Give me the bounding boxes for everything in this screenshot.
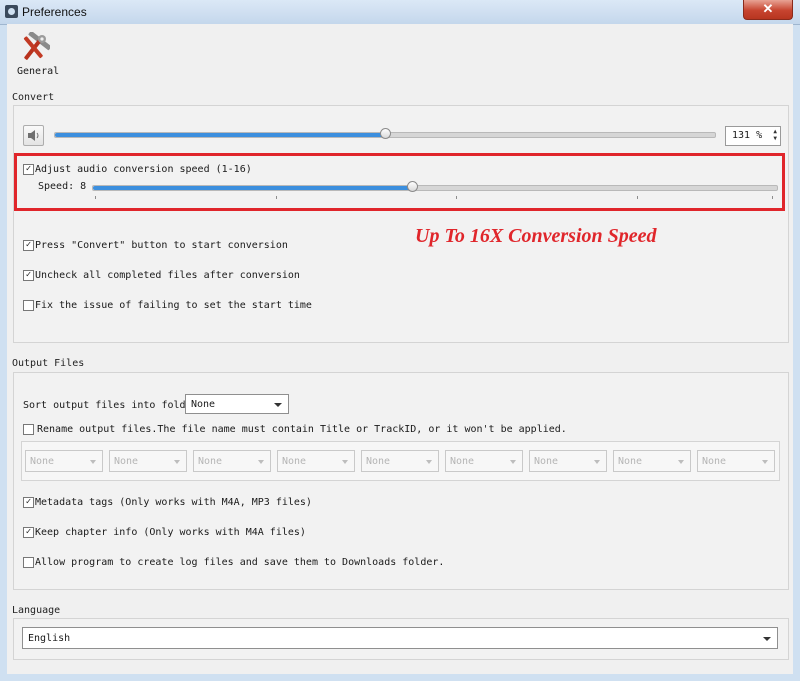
volume-slider-thumb[interactable] <box>380 128 391 139</box>
fix-start-time-checkbox[interactable] <box>23 300 34 311</box>
speed-tick <box>456 196 457 199</box>
speed-highlight-box <box>14 153 785 211</box>
rename-field-value: None <box>534 456 559 467</box>
rename-field-6[interactable]: None <box>445 450 523 472</box>
speaker-icon <box>28 130 39 141</box>
window-title: Preferences <box>22 5 87 19</box>
speed-slider-track[interactable] <box>92 185 778 191</box>
rename-field-1[interactable]: None <box>25 450 103 472</box>
chevron-down-icon <box>274 403 282 407</box>
volume-slider-fill <box>55 133 385 137</box>
rename-field-value: None <box>198 456 223 467</box>
rename-field-5[interactable]: None <box>361 450 439 472</box>
rename-field-2[interactable]: None <box>109 450 187 472</box>
rename-field-9[interactable]: None <box>697 450 775 472</box>
chevron-down-icon <box>763 637 771 641</box>
language-dropdown[interactable]: English <box>22 627 778 649</box>
speed-tick <box>95 196 96 199</box>
volume-spinbox[interactable]: 131 % ▲ ▼ <box>725 126 781 146</box>
rename-field-value: None <box>450 456 475 467</box>
chevron-down-icon <box>174 460 180 464</box>
uncheck-completed-checkbox[interactable]: ✓ <box>23 270 34 281</box>
rename-field-value: None <box>618 456 643 467</box>
language-value: English <box>28 633 71 644</box>
close-button[interactable]: ✕ <box>743 0 793 20</box>
metadata-tags-checkbox[interactable]: ✓ <box>23 497 34 508</box>
volume-button[interactable] <box>23 125 44 146</box>
rename-field-7[interactable]: None <box>529 450 607 472</box>
convert-section-title: Convert <box>12 92 55 103</box>
rename-field-value: None <box>282 456 307 467</box>
chevron-down-icon <box>90 460 96 464</box>
speed-slider-thumb[interactable] <box>407 181 418 192</box>
rename-field-4[interactable]: None <box>277 450 355 472</box>
adjust-speed-label: Adjust audio conversion speed (1-16) <box>35 164 252 175</box>
tab-general-label: General <box>17 66 60 77</box>
sort-folders-dropdown[interactable]: None <box>185 394 289 414</box>
press-convert-label: Press "Convert" button to start conversi… <box>35 240 288 251</box>
app-icon <box>5 5 18 18</box>
sort-folders-value: None <box>191 399 216 410</box>
rename-field-value: None <box>114 456 139 467</box>
rename-field-value: None <box>30 456 55 467</box>
chevron-down-icon <box>426 460 432 464</box>
rename-field-3[interactable]: None <box>193 450 271 472</box>
spin-down-icon[interactable]: ▼ <box>773 136 777 142</box>
chevron-down-icon <box>342 460 348 464</box>
speed-tick <box>637 196 638 199</box>
fix-start-time-label: Fix the issue of failing to set the star… <box>35 300 312 311</box>
log-files-label: Allow program to create log files and sa… <box>35 557 445 568</box>
output-section-title: Output Files <box>12 358 85 369</box>
speed-label: Speed: 8 <box>38 181 87 192</box>
chapter-info-checkbox[interactable]: ✓ <box>23 527 34 538</box>
adjust-speed-checkbox[interactable]: ✓ <box>23 164 34 175</box>
promo-text: Up To 16X Conversion Speed <box>415 225 657 247</box>
metadata-tags-label: Metadata tags (Only works with M4A, MP3 … <box>35 497 312 508</box>
language-section-title: Language <box>12 605 61 616</box>
chapter-info-label: Keep chapter info (Only works with M4A f… <box>35 527 306 538</box>
log-files-checkbox[interactable] <box>23 557 34 568</box>
speed-tick <box>772 196 773 199</box>
speed-slider-fill <box>93 186 412 190</box>
chevron-down-icon <box>510 460 516 464</box>
volume-value: 131 % <box>732 130 763 141</box>
tools-icon <box>23 32 50 60</box>
uncheck-completed-label: Uncheck all completed files after conver… <box>35 270 300 281</box>
rename-field-8[interactable]: None <box>613 450 691 472</box>
rename-field-value: None <box>366 456 391 467</box>
rename-files-label: Rename output files.The file name must c… <box>37 424 567 435</box>
speed-tick <box>276 196 277 199</box>
chevron-down-icon <box>678 460 684 464</box>
rename-field-value: None <box>702 456 727 467</box>
press-convert-checkbox[interactable]: ✓ <box>23 240 34 251</box>
title-bar: Preferences ✕ <box>0 0 800 25</box>
rename-files-checkbox[interactable] <box>23 424 34 435</box>
chevron-down-icon <box>594 460 600 464</box>
chevron-down-icon <box>258 460 264 464</box>
chevron-down-icon <box>762 460 768 464</box>
